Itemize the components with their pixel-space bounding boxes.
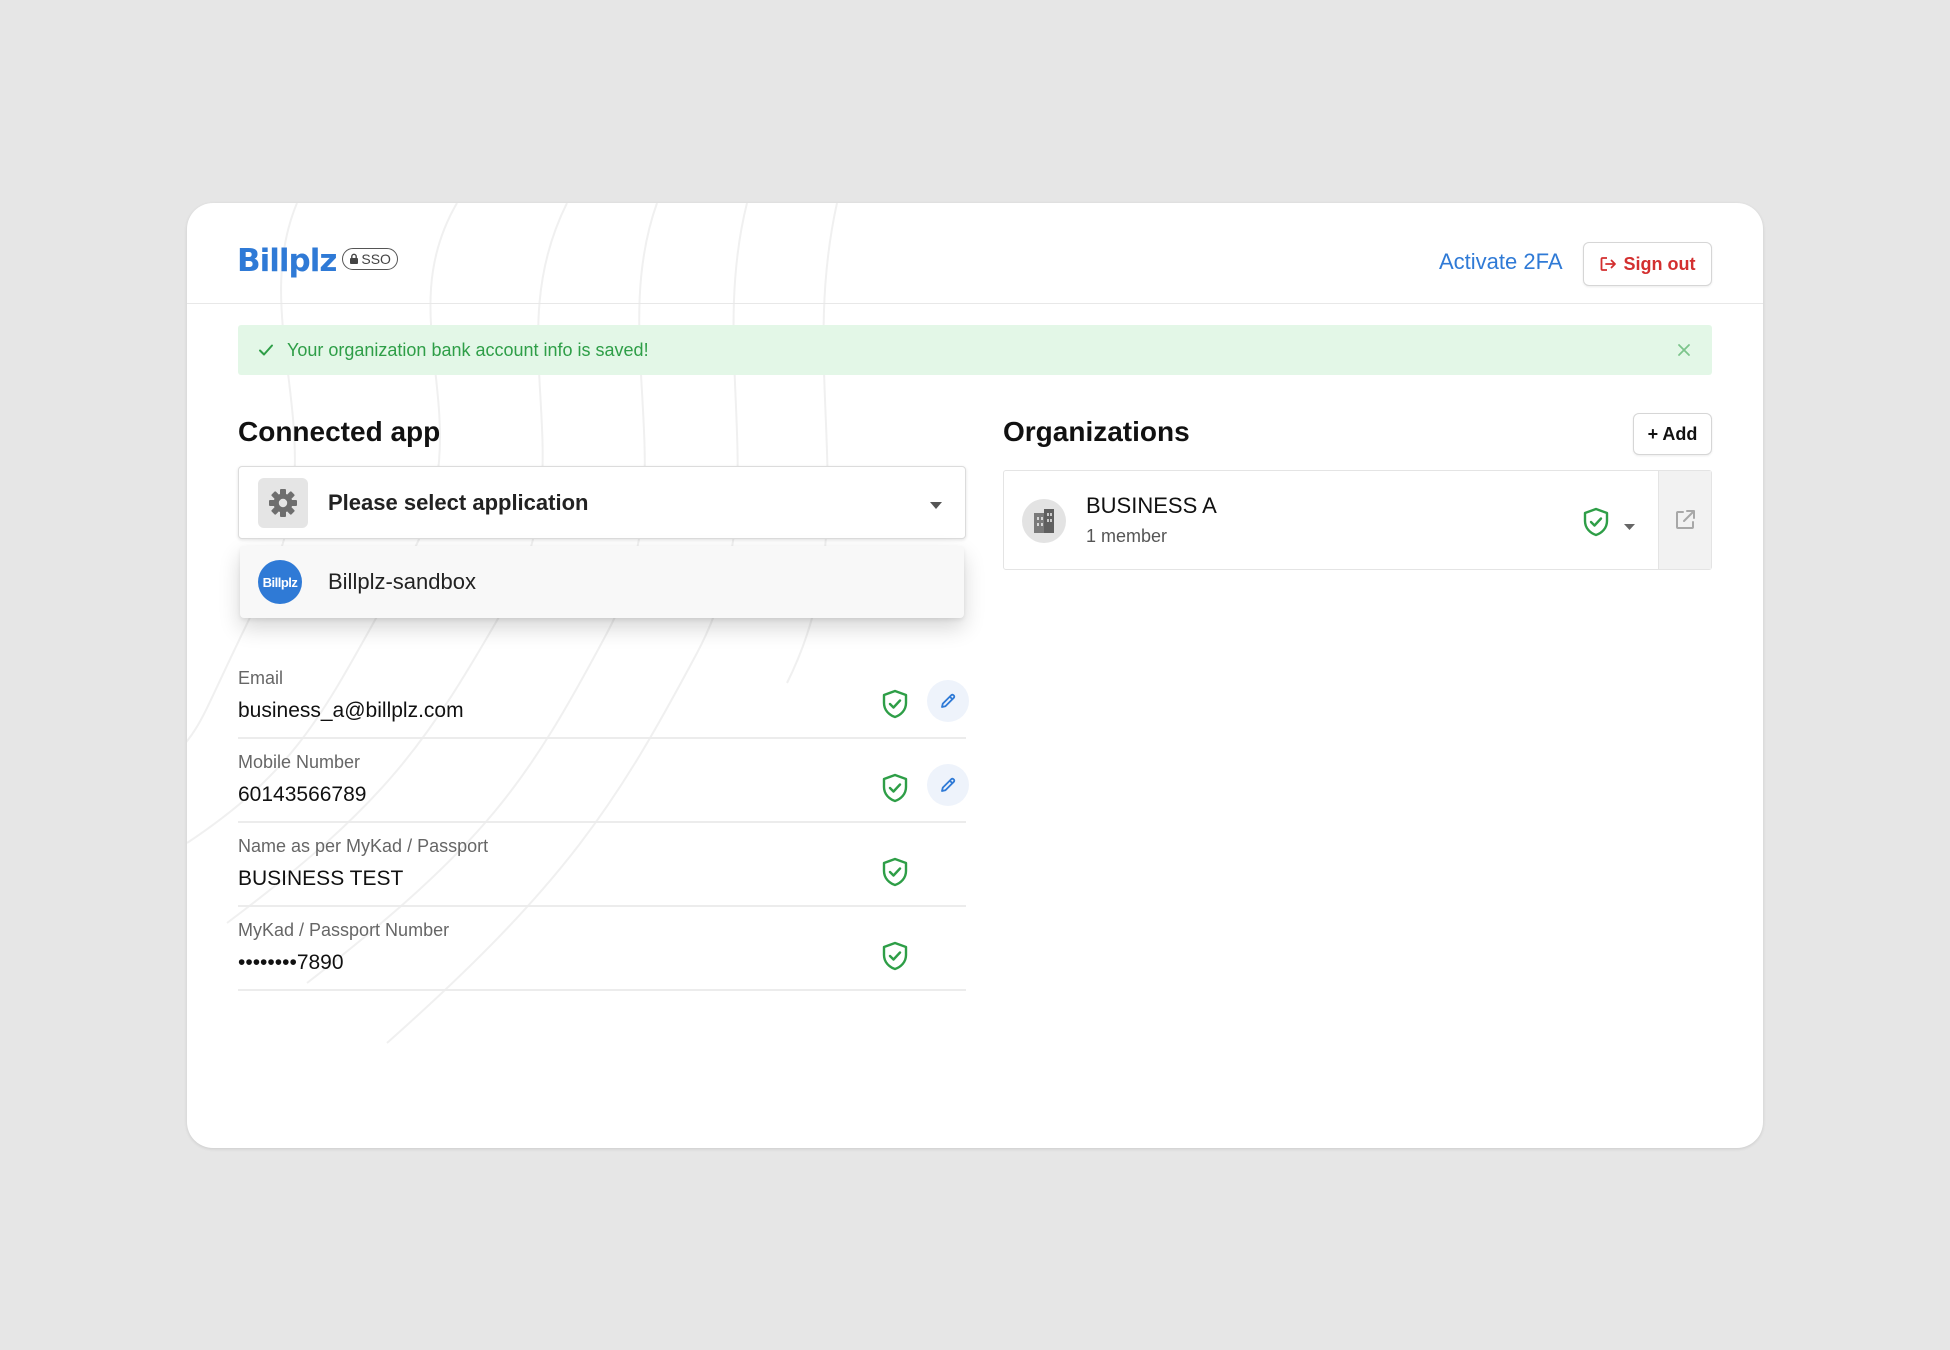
sign-out-button[interactable]: Sign out xyxy=(1583,242,1712,286)
account-card: Billplz SSO Activate 2FA Sign out Your o… xyxy=(187,203,1763,1148)
dropdown-option-billplz-sandbox[interactable]: Billplz Billplz-sandbox xyxy=(240,546,964,618)
organization-name: BUSINESS A xyxy=(1086,493,1217,518)
gear-icon xyxy=(258,477,308,528)
field-label: Name as per MyKad / Passport xyxy=(238,836,489,856)
shield-check-icon xyxy=(881,773,909,808)
lock-icon xyxy=(350,253,359,264)
field-label: Mobile Number xyxy=(238,752,361,772)
caret-down-icon[interactable] xyxy=(1623,518,1636,536)
sign-out-label: Sign out xyxy=(1623,253,1696,274)
shield-check-icon xyxy=(881,941,909,976)
pencil-icon xyxy=(941,777,956,792)
close-icon[interactable] xyxy=(1674,340,1694,360)
organization-item[interactable]: BUSINESS A 1 member xyxy=(1003,470,1712,570)
shield-check-icon xyxy=(881,857,909,892)
field-row-passport-number: MyKad / Passport Number ••••••••7890 xyxy=(238,907,966,991)
field-value: ••••••••7890 xyxy=(238,951,344,974)
application-dropdown: Billplz Billplz-sandbox xyxy=(240,546,964,618)
app-option-name: Billplz-sandbox xyxy=(328,569,476,594)
organization-members: 1 member xyxy=(1086,526,1168,546)
select-placeholder: Please select application xyxy=(328,489,589,515)
sso-badge: SSO xyxy=(342,248,398,270)
field-label: MyKad / Passport Number xyxy=(238,920,450,940)
pencil-icon xyxy=(941,693,956,708)
sso-label: SSO xyxy=(361,251,391,267)
shield-check-icon xyxy=(1582,507,1610,542)
logo-text: Billplz xyxy=(237,243,337,279)
add-organization-button[interactable]: + Add xyxy=(1633,413,1712,455)
sign-out-icon xyxy=(1600,257,1616,271)
edit-email-button[interactable] xyxy=(927,680,969,722)
connected-app-title: Connected app xyxy=(238,416,441,447)
field-value: 60143566789 xyxy=(238,783,367,806)
success-alert: Your organization bank account info is s… xyxy=(238,325,1712,375)
application-select[interactable]: Please select application xyxy=(238,466,966,539)
organizations-title: Organizations xyxy=(1003,416,1190,447)
alert-message: Your organization bank account info is s… xyxy=(287,339,649,360)
shield-check-icon xyxy=(881,689,909,724)
activate-2fa-link[interactable]: Activate 2FA xyxy=(1439,249,1563,275)
field-value: BUSINESS TEST xyxy=(238,867,404,890)
app-avatar: Billplz xyxy=(258,560,302,604)
billplz-sso-logo: Billplz SSO xyxy=(237,243,398,279)
field-row-email: Email business_a@billplz.com xyxy=(238,655,969,739)
top-bar: Billplz SSO Activate 2FA Sign out xyxy=(187,203,1763,304)
field-row-name: Name as per MyKad / Passport BUSINESS TE… xyxy=(238,823,966,907)
external-link-icon[interactable] xyxy=(1658,471,1711,569)
check-icon xyxy=(258,343,274,357)
edit-mobile-button[interactable] xyxy=(927,764,969,806)
caret-down-icon xyxy=(929,497,943,515)
field-value: business_a@billplz.com xyxy=(238,699,464,722)
building-icon xyxy=(1022,499,1066,543)
app-avatar-text: Billplz xyxy=(262,574,298,590)
field-row-mobile-number: Mobile Number 60143566789 xyxy=(238,739,969,823)
field-label: Email xyxy=(238,668,284,688)
